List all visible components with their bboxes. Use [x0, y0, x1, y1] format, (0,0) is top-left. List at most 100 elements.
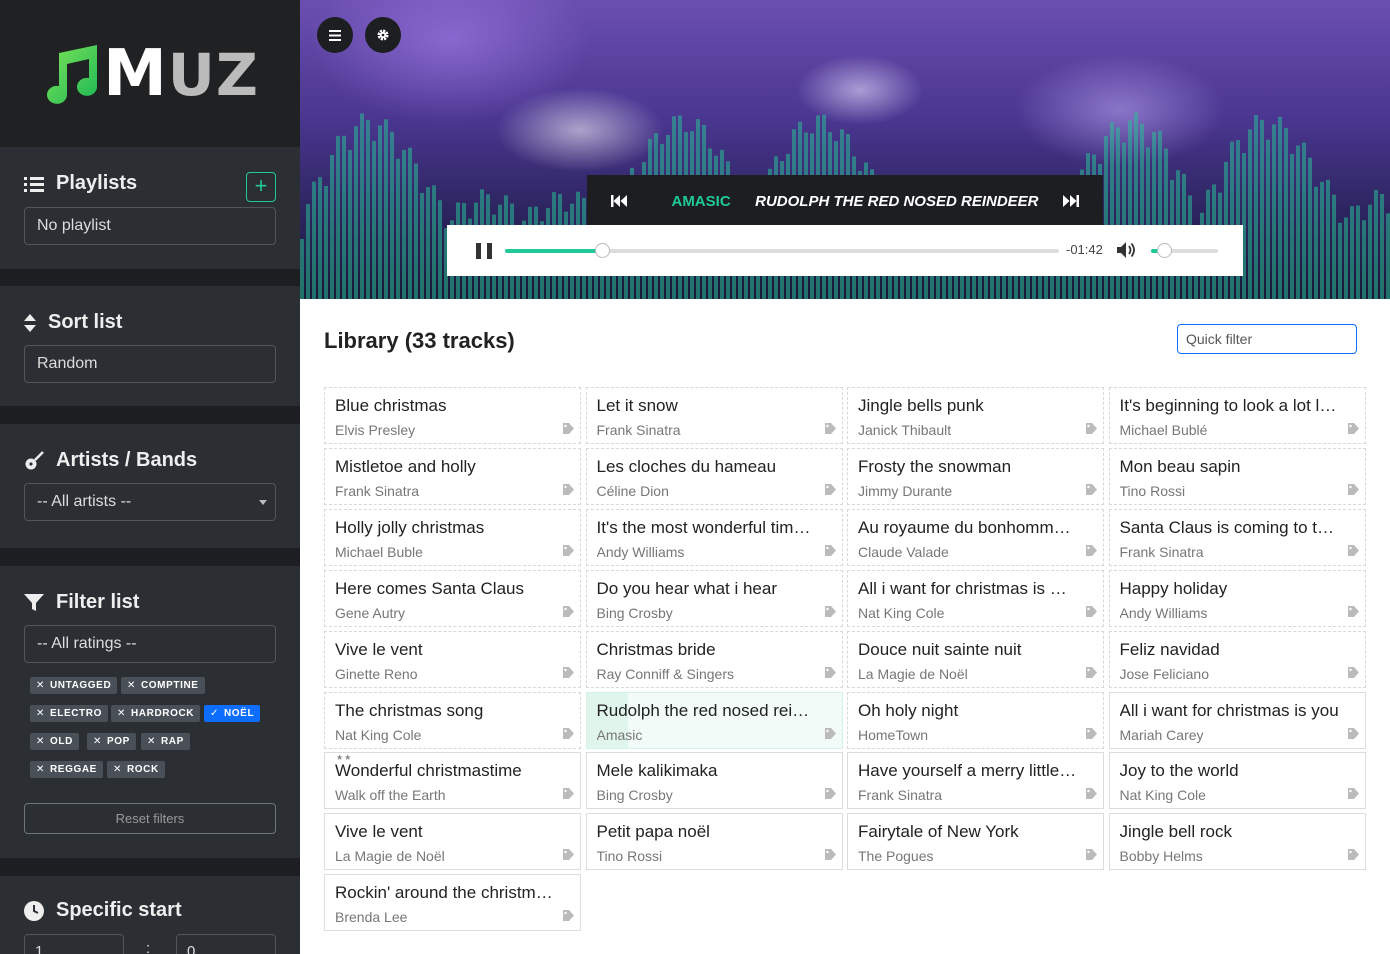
pause-icon[interactable]	[476, 243, 492, 259]
track-card[interactable]: Rudolph the red nosed reindeer Amasic	[585, 691, 843, 749]
track-card[interactable]: It's the most wonderful time of the year…	[585, 508, 843, 566]
track-card[interactable]: Fairytale of New York The Pogues	[847, 813, 1104, 871]
track-card[interactable]: Feliz navidad Jose Feliciano	[1108, 630, 1366, 688]
track-card[interactable]: Here comes Santa Claus Gene Autry	[324, 569, 581, 627]
tag-icon[interactable]	[1345, 666, 1360, 679]
tag-icon[interactable]	[1083, 544, 1098, 557]
rating-select[interactable]: -- All ratings --	[24, 625, 276, 663]
tag-icon[interactable]	[1083, 483, 1098, 496]
track-card[interactable]: Vive le vent Ginette Reno	[324, 630, 581, 688]
tag-icon[interactable]	[1083, 787, 1098, 800]
track-artist: Ginette Reno	[335, 665, 418, 682]
tag-icon[interactable]	[560, 666, 575, 679]
tag-filter-reggae[interactable]: ✕ REGGAE	[30, 761, 103, 778]
previous-track-icon[interactable]	[611, 195, 627, 207]
track-card[interactable]: Let it snow Frank Sinatra	[585, 387, 843, 444]
add-playlist-button[interactable]: +	[246, 172, 276, 202]
tag-icon[interactable]	[822, 848, 837, 861]
reset-filters-button[interactable]: Reset filters	[24, 803, 276, 834]
tag-filter-untagged[interactable]: ✕ UNTAGGED	[30, 677, 118, 694]
tag-icon[interactable]	[560, 787, 575, 800]
track-card[interactable]: Petit papa noël Tino Rossi	[585, 813, 843, 871]
tag-filter-pop[interactable]: ✕ POP	[87, 733, 136, 750]
track-card[interactable]: Vive le vent La Magie de Noël	[324, 813, 581, 871]
tag-icon[interactable]	[560, 483, 575, 496]
track-card[interactable]: Frosty the snowman Jimmy Durante	[847, 447, 1104, 505]
track-card[interactable]: Oh holy night HomeTown	[847, 691, 1104, 749]
tag-icon[interactable]	[1083, 605, 1098, 618]
tag-icon[interactable]	[1083, 666, 1098, 679]
track-card[interactable]: The christmas song Nat King Cole	[324, 691, 581, 749]
artists-select[interactable]: -- All artists --	[24, 483, 276, 521]
start-seconds-input[interactable]: 0	[176, 934, 276, 954]
next-track-icon[interactable]	[1062, 195, 1079, 207]
tag-icon[interactable]	[822, 605, 837, 618]
track-card[interactable]: Happy holiday Andy Williams	[1108, 569, 1366, 627]
track-card[interactable]: Christmas bride Ray Conniff & Singers	[585, 630, 843, 688]
volume-handle[interactable]	[1157, 243, 1173, 258]
track-card[interactable]: Blue christmas Elvis Presley	[324, 387, 581, 444]
tag-icon[interactable]	[822, 666, 837, 679]
track-card[interactable]: Holly jolly christmas Michael Buble	[324, 508, 581, 566]
track-card[interactable]: Rockin' around the christmas tree Brenda …	[324, 874, 581, 932]
tag-icon[interactable]	[822, 483, 837, 496]
tag-icon[interactable]	[560, 909, 575, 922]
track-card[interactable]: Jingle bells punk Janick Thibault	[847, 387, 1104, 444]
tag-icon[interactable]	[560, 544, 575, 557]
track-card[interactable]: Au royaume du bonhomme hiver Claude Valad…	[847, 508, 1104, 566]
track-card[interactable]: Do you hear what i hear Bing Crosby	[585, 569, 843, 627]
tag-filter-hardrock[interactable]: ✕ HARDROCK	[111, 705, 201, 722]
tag-icon[interactable]	[560, 605, 575, 618]
tag-icon[interactable]	[822, 787, 837, 800]
tag-icon[interactable]	[1345, 544, 1360, 557]
track-card[interactable]: Mele kalikimaka Bing Crosby	[585, 752, 843, 810]
tag-filter-rock[interactable]: ✕ ROCK	[107, 761, 165, 778]
track-card[interactable]: Jingle bell rock Bobby Helms	[1108, 813, 1366, 871]
progress-track[interactable]	[505, 249, 1059, 253]
track-card[interactable]: Les cloches du hameau Céline Dion	[585, 447, 843, 505]
track-card[interactable]: ★★ Wonderful christmastime Walk off the Ea…	[324, 752, 581, 810]
tag-icon[interactable]	[1345, 422, 1360, 435]
track-card[interactable]: Douce nuit sainte nuit La Magie de Noël	[847, 630, 1104, 688]
volume-icon[interactable]	[1117, 241, 1137, 259]
tag-icon[interactable]	[1083, 727, 1098, 740]
track-card[interactable]: Have yourself a merry little christmas Fr…	[847, 752, 1104, 810]
track-card[interactable]: Santa Claus is coming to town Frank Sinat…	[1108, 508, 1366, 566]
track-artist: Frank Sinatra	[596, 422, 681, 438]
tag-icon[interactable]	[1083, 848, 1098, 861]
menu-button[interactable]	[317, 17, 353, 53]
track-card[interactable]: Mon beau sapin Tino Rossi	[1108, 447, 1366, 505]
track-card[interactable]: It's beginning to look a lot like christ…	[1108, 387, 1366, 444]
progress-handle[interactable]	[594, 243, 610, 258]
tag-filter-comptine[interactable]: ✕ COMPTINE	[121, 677, 205, 694]
tag-icon[interactable]	[1345, 483, 1360, 496]
tag-filter-noël[interactable]: ✓ NOËL	[204, 705, 261, 722]
playlist-select[interactable]: No playlist	[24, 207, 276, 245]
sort-select[interactable]: Random	[24, 345, 276, 383]
tag-icon[interactable]	[1345, 605, 1360, 618]
tag-icon[interactable]	[1083, 422, 1098, 435]
start-minutes-input[interactable]: 1	[24, 934, 124, 954]
settings-button[interactable]	[365, 17, 401, 53]
track-card[interactable]: Joy to the world Nat King Cole	[1108, 752, 1366, 810]
track-card[interactable]: Mistletoe and holly Frank Sinatra	[324, 447, 581, 505]
track-artist: Jimmy Durante	[858, 482, 953, 499]
tag-icon[interactable]	[1345, 787, 1360, 800]
quick-filter-input[interactable]: Quick filter	[1177, 324, 1357, 354]
tag-icon[interactable]	[1345, 848, 1360, 861]
tag-icon[interactable]	[822, 544, 837, 557]
track-card[interactable]: All i want for christmas is you Mariah Ca…	[1108, 691, 1366, 749]
tag-filter-electro[interactable]: ✕ ELECTRO	[30, 705, 108, 722]
logo[interactable]: MUZ	[0, 0, 300, 147]
tag-icon[interactable]	[560, 848, 575, 861]
tag-icon[interactable]	[560, 422, 575, 435]
tag-icon[interactable]	[560, 727, 575, 740]
tag-filter-rap[interactable]: ✕ RAP	[141, 733, 190, 750]
tag-filter-old[interactable]: ✕ OLD	[30, 733, 79, 750]
tag-icon[interactable]	[1345, 727, 1360, 740]
tag-label: NOËL	[223, 708, 255, 719]
tag-icon[interactable]	[822, 727, 837, 740]
track-card[interactable]: All i want for christmas is my two front…	[847, 569, 1104, 627]
track-artist: HomeTown	[858, 726, 929, 743]
tag-icon[interactable]	[822, 422, 837, 435]
